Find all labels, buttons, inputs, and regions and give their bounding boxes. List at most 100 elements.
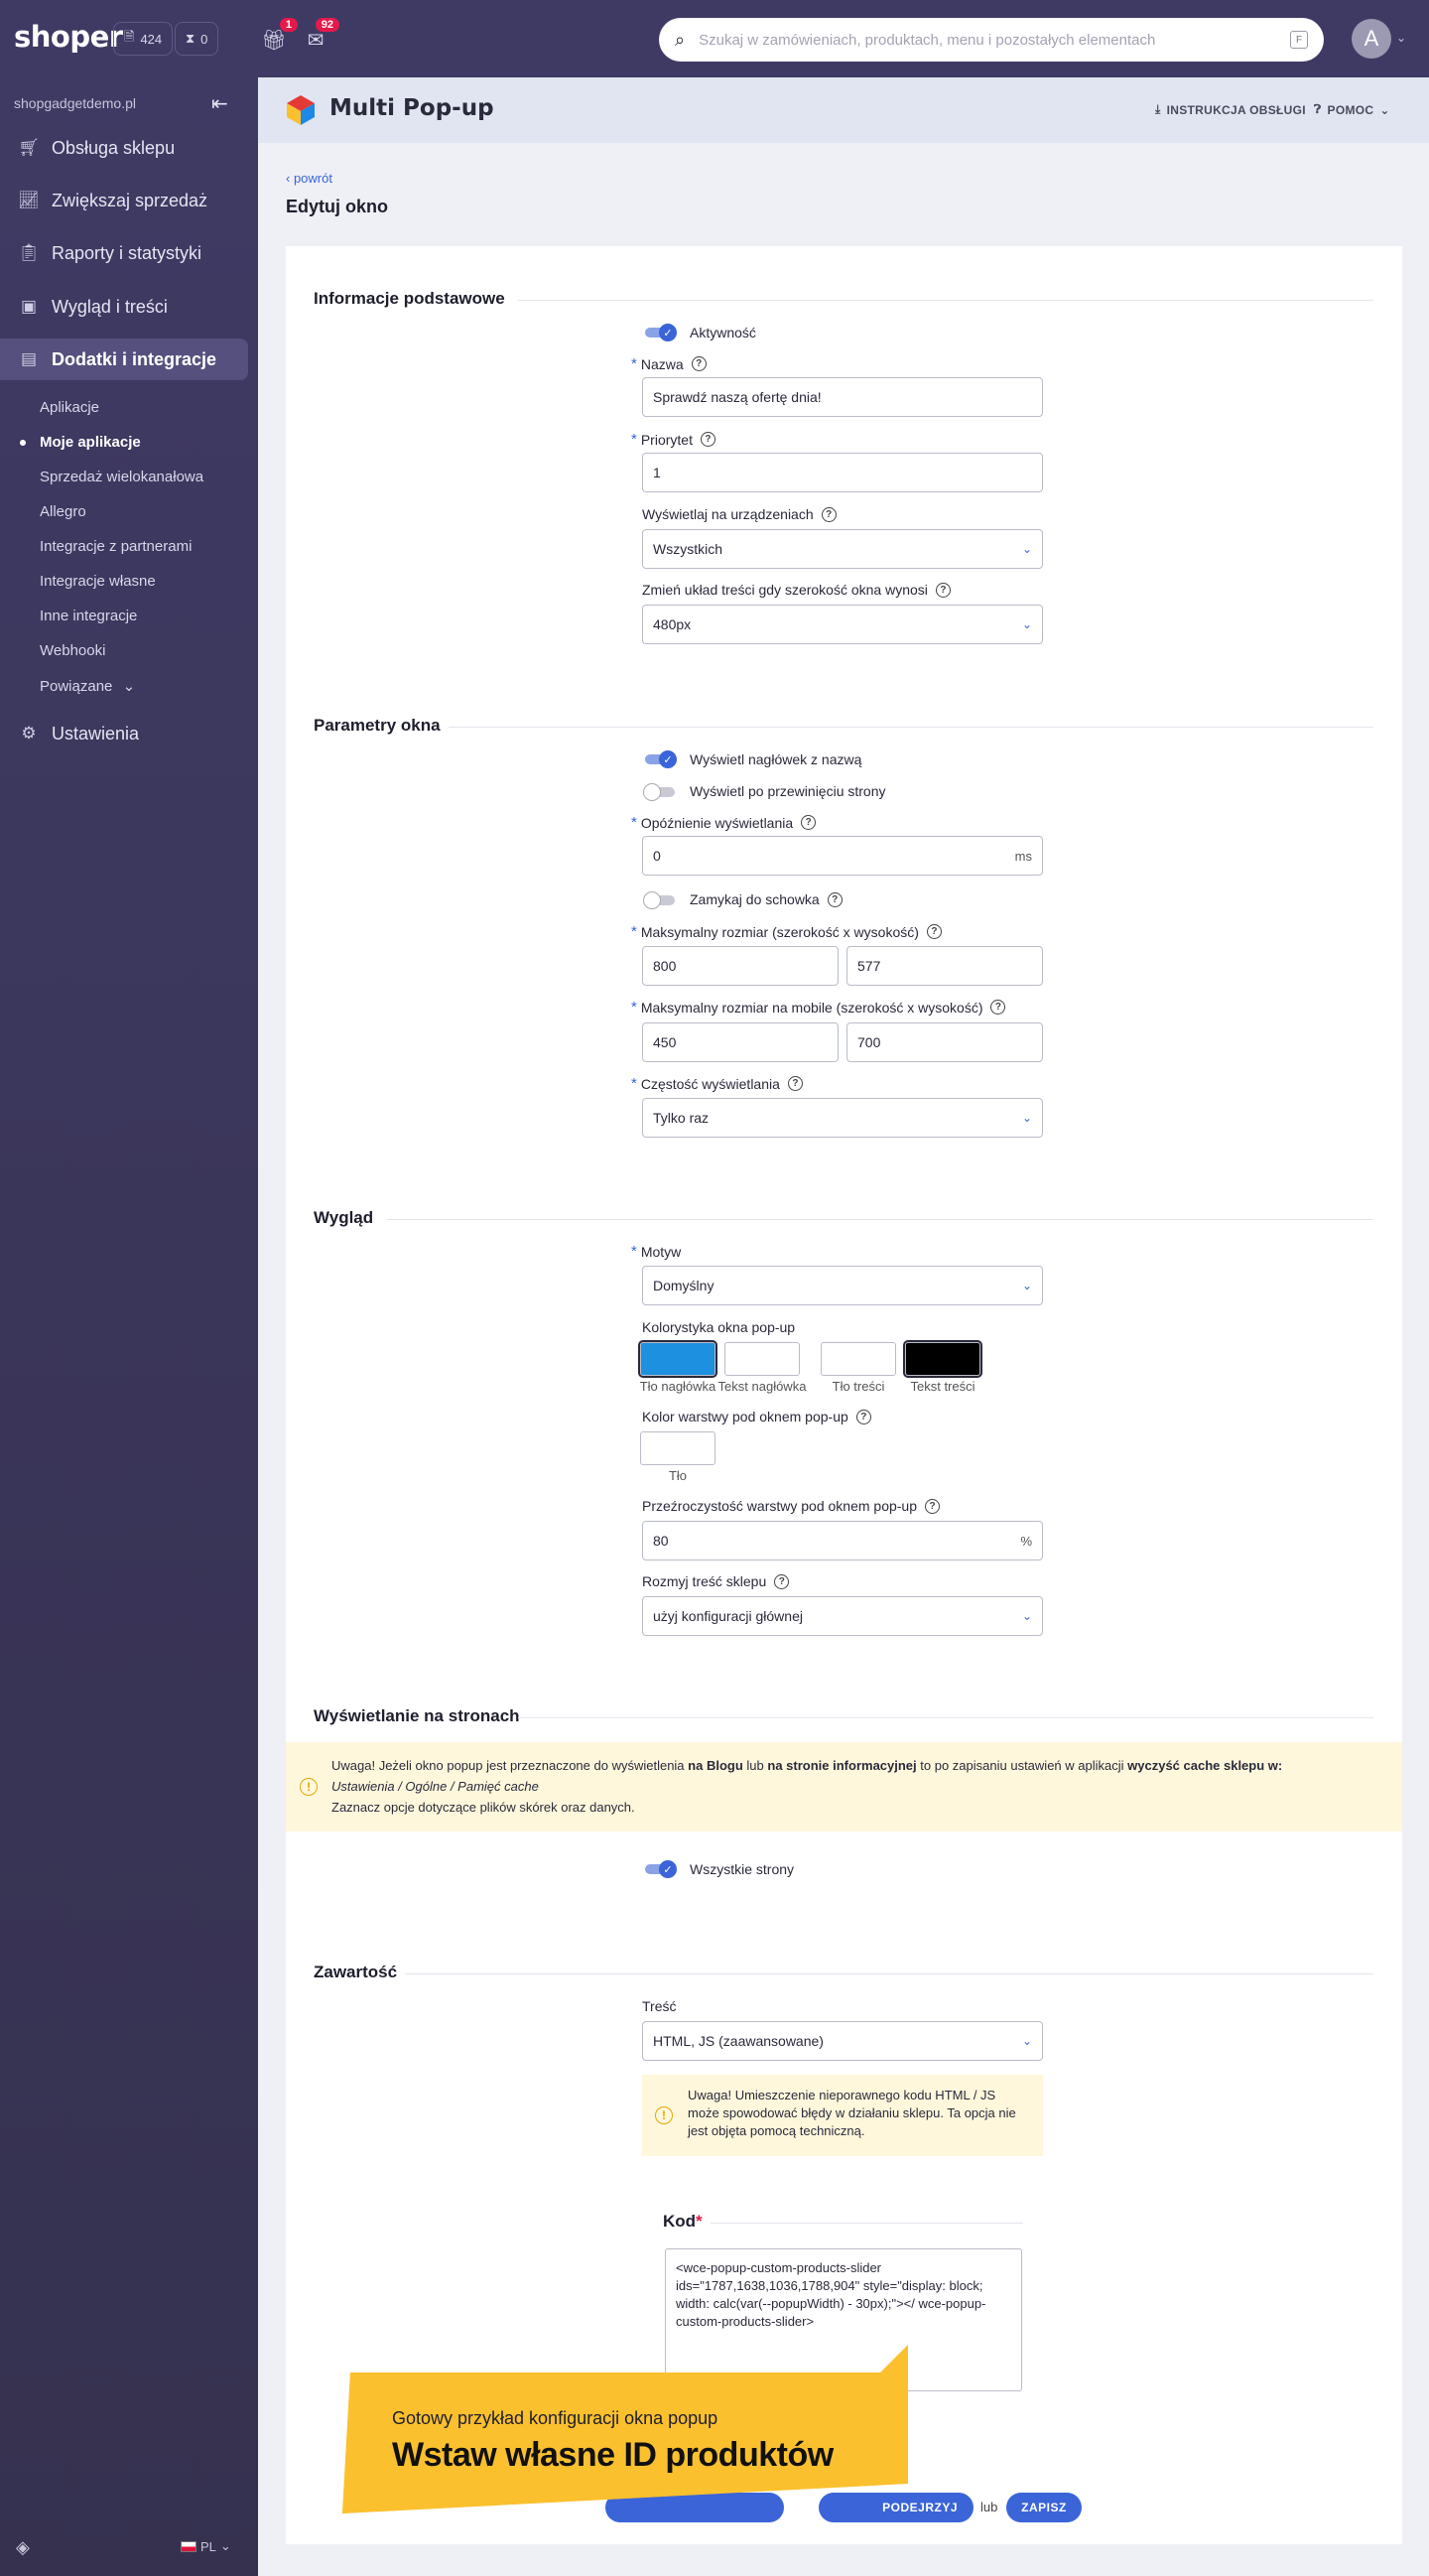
section-title-look: Wygląd (314, 1208, 374, 1227)
orders-pill[interactable]: 🗎 424 (113, 22, 174, 56)
max-mobile-label: * Maksymalny rozmiar na mobile (szerokość… (631, 999, 1006, 1016)
sidebar-sub-own[interactable]: Integracje własne (40, 573, 156, 590)
help-icon[interactable]: ? (801, 815, 817, 830)
shortcut-key-icon: F (1290, 31, 1308, 49)
mobile-height-input[interactable]: 700 (846, 1022, 1043, 1062)
sidebar-item-label: Zwiększaj sprzedaż (52, 190, 208, 210)
blur-select[interactable]: użyj konfiguracji głównej ⌄ (642, 1596, 1043, 1636)
help-icon[interactable]: ? (774, 1573, 790, 1589)
notice-text: Uwaga! Jeżeli okno popup jest przeznaczo… (331, 1758, 685, 1773)
or-separator: lub (980, 2500, 998, 2514)
help-icon[interactable]: ? (935, 582, 951, 598)
gift-button[interactable]: 🎁︎ 1 (260, 18, 298, 54)
mobile-width-value: 450 (653, 1034, 677, 1050)
search-icon: ⌕ (675, 29, 686, 50)
swatch-content-bg[interactable] (821, 1342, 896, 1376)
global-search[interactable]: ⌕ Szukaj w zamówieniach, produktach, men… (659, 18, 1324, 62)
name-input[interactable]: Sprawdź naszą ofertę dnia! (642, 377, 1043, 417)
sidebar-item-reports[interactable]: 📋︎ Raporty i statystyki (0, 232, 248, 274)
close-to-drawer-toggle[interactable] (643, 891, 679, 909)
sidebar-sub-webhooks[interactable]: Webhooki (40, 642, 105, 659)
sidebar-sub-my-apps[interactable]: Moje aplikacje (20, 434, 141, 451)
close-to-drawer-label: Zamykaj do schowka? (690, 891, 843, 907)
help-icon[interactable]: ? (990, 1000, 1006, 1015)
max-width-input[interactable]: 800 (642, 946, 839, 986)
help-icon[interactable]: ? (926, 924, 942, 939)
messages-button[interactable]: ✉ 92 (302, 18, 339, 54)
help-icon[interactable]: ? (855, 1409, 871, 1424)
content-type-select[interactable]: HTML, JS (zaawansowane) ⌄ (642, 2021, 1043, 2061)
priority-input[interactable]: 1 (642, 453, 1043, 492)
devices-select[interactable]: Wszystkich ⌄ (642, 529, 1043, 569)
opacity-input[interactable]: 80% (642, 1521, 1043, 1560)
help-icon[interactable]: ? (925, 1498, 940, 1514)
max-height-value: 577 (857, 958, 881, 974)
pending-pill[interactable]: ⧗ 0 (175, 22, 219, 56)
swatch-header-bg[interactable] (638, 1340, 717, 1378)
max-height-input[interactable]: 577 (846, 946, 1043, 986)
devices-value: Wszystkich (653, 541, 722, 557)
sidebar-item-store[interactable]: 🛒︎ Obsługa sklepu (0, 127, 248, 169)
sidebar-sub-other[interactable]: Inne integracje (40, 608, 137, 624)
overlay-color-label: Kolor warstwy pod oknem pop-up? (642, 1409, 871, 1424)
sidebar-sub-apps[interactable]: Aplikacje (40, 399, 99, 416)
blur-label-text: Rozmyj treść sklepu (642, 1573, 767, 1589)
help-icon[interactable]: ? (827, 891, 843, 907)
sidebar-sub-partners[interactable]: Integracje z partnerami (40, 538, 192, 555)
chevron-left-icon: ‹ (286, 171, 294, 186)
help-icon[interactable]: ? (700, 432, 715, 447)
chevron-down-icon: ⌄ (1379, 102, 1390, 117)
search-input[interactable]: Szukaj w zamówieniach, produktach, menu … (699, 32, 1290, 49)
help-icon[interactable]: ? (821, 506, 837, 522)
all-pages-toggle[interactable]: ✓ (645, 1860, 679, 1878)
help-menu[interactable]: ❓︎ POMOC ⌄ (1314, 102, 1390, 117)
section-title-params: Parametry okna (314, 716, 441, 735)
collapse-sidebar-icon[interactable]: ⇤ (211, 91, 228, 116)
layers-icon[interactable]: ◈ (16, 2537, 30, 2558)
mobile-width-input[interactable]: 450 (642, 1022, 839, 1062)
chevron-down-icon[interactable]: ⌄ (1396, 31, 1406, 45)
sidebar-sub-multichannel[interactable]: Sprzedaż wielokanałowa (40, 469, 203, 485)
show-on-scroll-toggle[interactable] (643, 783, 679, 801)
layout-select[interactable]: 480px ⌄ (642, 605, 1043, 644)
delay-label-text: Opóźnienie wyświetlania (640, 814, 794, 831)
help-icon[interactable]: ? (691, 356, 707, 371)
delay-unit: ms (1014, 848, 1032, 864)
swatch-overlay[interactable] (640, 1431, 715, 1465)
swatch-header-text[interactable] (724, 1342, 800, 1376)
avatar[interactable]: A (1352, 19, 1391, 59)
help-icon[interactable]: ? (787, 1076, 803, 1091)
shoper-logo[interactable]: shoper (14, 20, 123, 54)
sidebar-sub-allegro[interactable]: Allegro (40, 503, 86, 520)
active-toggle[interactable]: ✓ (645, 324, 679, 341)
pending-count: 0 (200, 31, 208, 47)
close-label-text: Zamykaj do schowka (690, 891, 820, 907)
chevron-down-icon: ⌄ (219, 2538, 231, 2553)
colors-label: Kolorystyka okna pop-up (642, 1319, 796, 1335)
sidebar-item-sales[interactable]: 📈︎ Zwiększaj sprzedaż (0, 180, 248, 221)
language-selector[interactable]: PL ⌄ (181, 2538, 231, 2554)
warning-icon: ! (300, 1778, 318, 1796)
delay-input[interactable]: 0 ms (642, 836, 1043, 876)
back-link[interactable]: ‹ powrót (286, 171, 332, 186)
sidebar-item-settings[interactable]: ⚙ Ustawienia (0, 713, 248, 754)
sidebar-item-addons[interactable]: ▤ Dodatki i integracje (0, 339, 248, 380)
save-button[interactable]: ZAPISZ (1006, 2493, 1082, 2522)
chevron-down-icon: ⌄ (1021, 1279, 1032, 1292)
apps-icon: ▤ (20, 349, 38, 368)
manual-link[interactable]: ⤓ INSTRUKCJA OBSŁUGI (1155, 102, 1306, 117)
frequency-select[interactable]: Tylko raz ⌄ (642, 1098, 1043, 1138)
sidebar-item-appearance[interactable]: ▣ Wygląd i treści (0, 286, 248, 328)
sidebar-sub-related[interactable]: Powiązane ⌄ (40, 677, 135, 695)
chevron-down-icon: ⌄ (1021, 1111, 1032, 1125)
back-label: powrót (293, 171, 332, 186)
theme-select[interactable]: Domyślny ⌄ (642, 1266, 1043, 1305)
notice-text: to po zapisaniu ustawień w aplikacji (920, 1758, 1124, 1773)
show-header-toggle[interactable]: ✓ (645, 750, 679, 768)
flag-pl-icon (181, 2540, 196, 2552)
priority-value: 1 (653, 465, 661, 480)
chart-icon: 📈︎ (18, 191, 40, 209)
section-title-content: Zawartość (314, 1963, 398, 1981)
swatch-content-text[interactable] (903, 1340, 982, 1378)
shop-domain[interactable]: shopgadgetdemo.pl (14, 95, 136, 111)
